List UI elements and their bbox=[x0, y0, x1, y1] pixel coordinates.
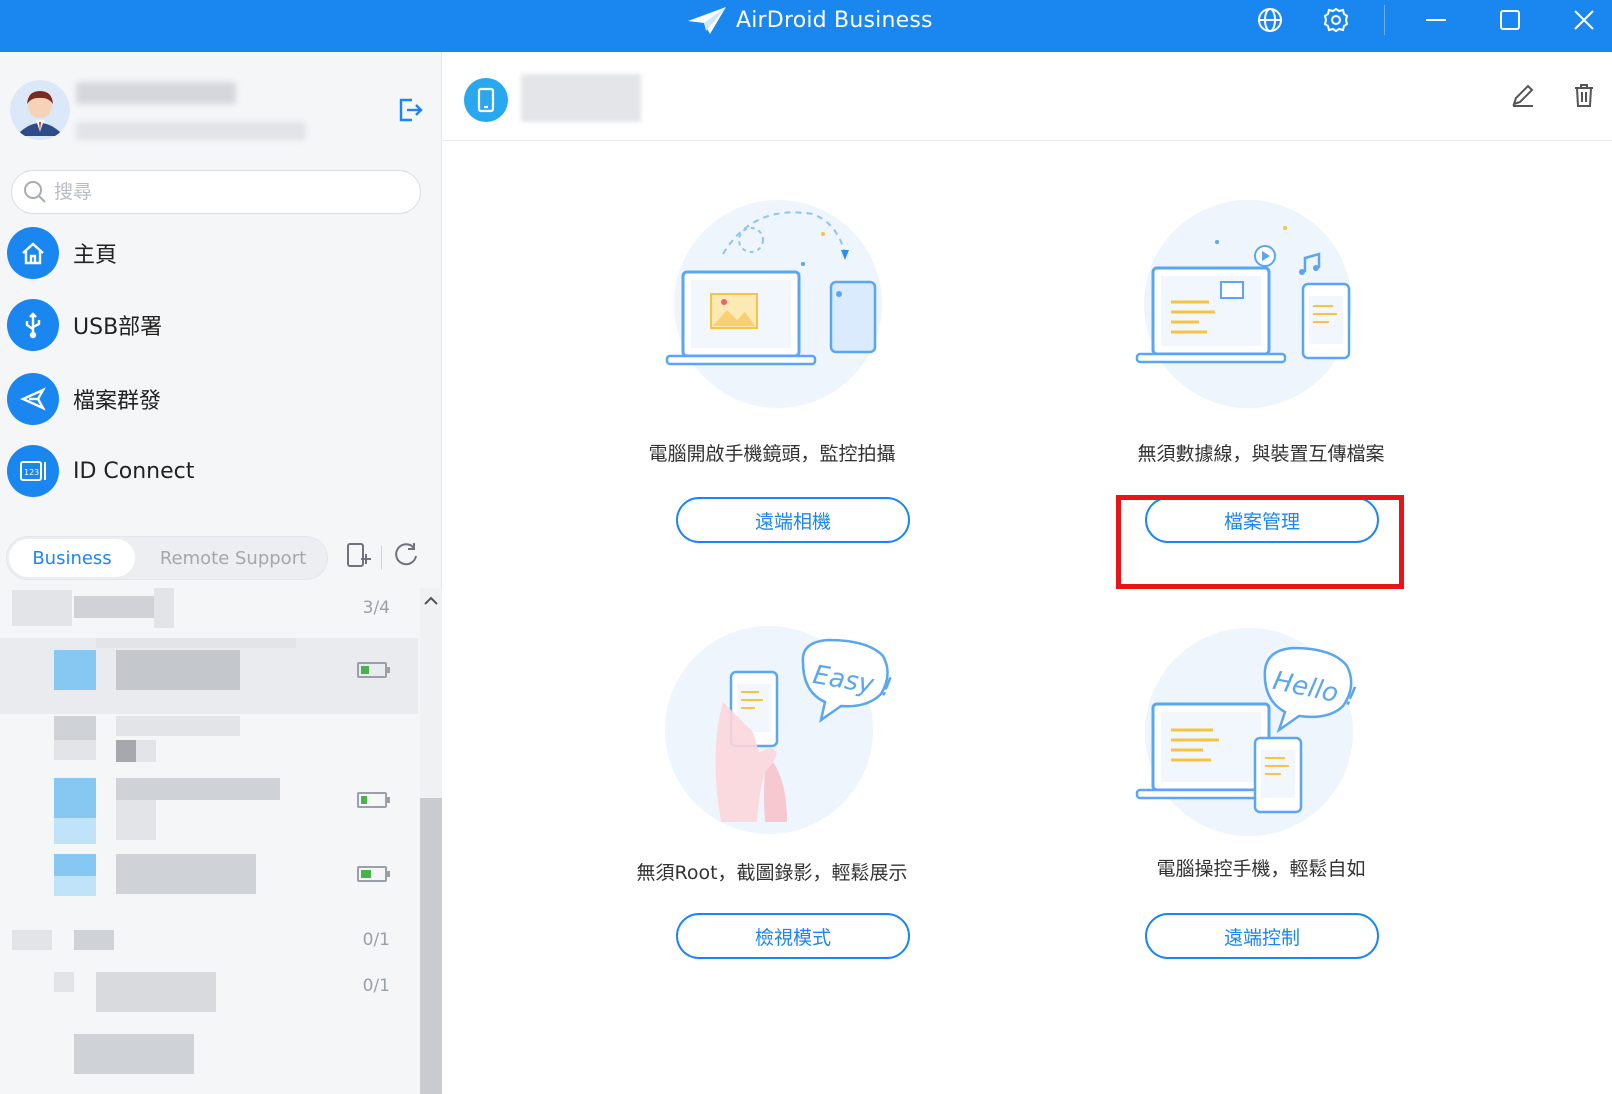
device-tab-switch: Business Remote Support bbox=[6, 536, 328, 580]
battery-charging-icon bbox=[357, 662, 390, 678]
nav-label-id-connect: ID Connect bbox=[73, 458, 195, 484]
view-mode-button[interactable]: 檢視模式 bbox=[676, 913, 910, 959]
remote-control-illustration: Hello ! bbox=[1135, 628, 1359, 836]
nav-item-home[interactable]: 主頁 bbox=[7, 226, 427, 280]
trash-icon[interactable] bbox=[1571, 82, 1597, 112]
airdroid-logo-icon bbox=[688, 7, 726, 34]
id-connect-icon: 123 bbox=[7, 445, 59, 497]
add-device-icon[interactable] bbox=[344, 540, 372, 574]
edit-icon[interactable] bbox=[1510, 82, 1536, 112]
nav-label-home: 主頁 bbox=[73, 243, 118, 268]
tab-remote-support[interactable]: Remote Support bbox=[141, 539, 325, 577]
search-input[interactable] bbox=[54, 181, 394, 203]
nav-item-usb[interactable]: USB部署 bbox=[7, 298, 427, 352]
avatar[interactable] bbox=[10, 80, 70, 140]
device-row[interactable] bbox=[0, 854, 420, 914]
phone-icon bbox=[464, 78, 508, 122]
device-row-selected[interactable] bbox=[0, 638, 418, 714]
highlight-box bbox=[1116, 495, 1404, 589]
device-list-scrollbar[interactable] bbox=[420, 588, 442, 1094]
view-mode-illustration: Easy ! bbox=[665, 626, 893, 834]
file-transfer-illustration bbox=[1135, 200, 1352, 408]
sidebar: 主頁 USB部署 檔案群發 123 ID Connect Business Re… bbox=[0, 52, 442, 1094]
battery-low-icon bbox=[357, 792, 390, 808]
device-row[interactable] bbox=[0, 1034, 420, 1094]
tool-separator bbox=[381, 546, 382, 570]
title-bar: AirDroid Business bbox=[0, 0, 1612, 52]
battery-charging-icon bbox=[357, 866, 390, 882]
group-device-count: 0/1 bbox=[362, 976, 390, 996]
usb-icon bbox=[7, 299, 59, 351]
gear-icon[interactable] bbox=[1322, 6, 1350, 34]
svg-text:123: 123 bbox=[24, 468, 39, 477]
search-box[interactable] bbox=[11, 170, 421, 214]
feature-description-remote: 電腦操控手機，輕鬆自如 bbox=[1156, 858, 1366, 880]
globe-icon[interactable] bbox=[1256, 6, 1284, 34]
close-icon[interactable] bbox=[1570, 6, 1598, 34]
home-icon bbox=[7, 227, 59, 279]
device-name-blurred bbox=[521, 74, 641, 122]
device-row[interactable] bbox=[0, 716, 420, 786]
device-group-row[interactable]: 0/1 bbox=[0, 972, 420, 1032]
group-device-count: 3/4 bbox=[362, 598, 390, 618]
minimize-icon[interactable] bbox=[1422, 6, 1450, 34]
maximize-icon[interactable] bbox=[1496, 6, 1524, 34]
tab-business[interactable]: Business bbox=[9, 539, 135, 577]
nav-item-id-connect[interactable]: 123 ID Connect bbox=[7, 444, 427, 498]
scrollbar-thumb[interactable] bbox=[420, 798, 442, 1094]
refresh-icon[interactable] bbox=[392, 540, 420, 574]
device-list: 3/4 0/1 0/1 bbox=[0, 588, 420, 1094]
camera-illustration bbox=[665, 200, 882, 408]
feature-description-camera: 電腦開啟手機鏡頭，監控拍攝 bbox=[648, 443, 896, 465]
device-header bbox=[443, 52, 1612, 141]
scroll-up-icon[interactable] bbox=[423, 592, 439, 611]
remote-control-button[interactable]: 遠端控制 bbox=[1145, 913, 1379, 959]
feature-description-view: 無須Root，截圖錄影，輕鬆展示 bbox=[636, 862, 908, 884]
app-title: AirDroid Business bbox=[736, 7, 933, 33]
device-group-row[interactable]: 0/1 bbox=[0, 926, 420, 972]
logout-icon[interactable] bbox=[396, 96, 424, 128]
feature-description-file: 無須數據線，與裝置互傳檔案 bbox=[1137, 443, 1385, 465]
nav-item-file-broadcast[interactable]: 檔案群發 bbox=[7, 372, 427, 426]
device-group-row[interactable]: 3/4 bbox=[0, 588, 420, 634]
nav-label-file-broadcast: 檔案群發 bbox=[73, 389, 162, 414]
search-icon bbox=[24, 181, 46, 203]
group-device-count: 0/1 bbox=[362, 930, 390, 950]
nav-label-usb: USB部署 bbox=[73, 315, 163, 340]
app-brand: AirDroid Business bbox=[686, 0, 933, 40]
company-name-blurred bbox=[76, 122, 306, 140]
user-name-blurred bbox=[76, 82, 236, 104]
main-panel: 電腦開啟手機鏡頭，監控拍攝 遠端相機 無須數據線，與裝置互傳檔案 檔案管理 Ea… bbox=[443, 52, 1612, 1094]
titlebar-separator bbox=[1384, 5, 1385, 35]
send-icon bbox=[7, 373, 59, 425]
device-row[interactable] bbox=[0, 778, 420, 848]
remote-camera-button[interactable]: 遠端相機 bbox=[676, 497, 910, 543]
